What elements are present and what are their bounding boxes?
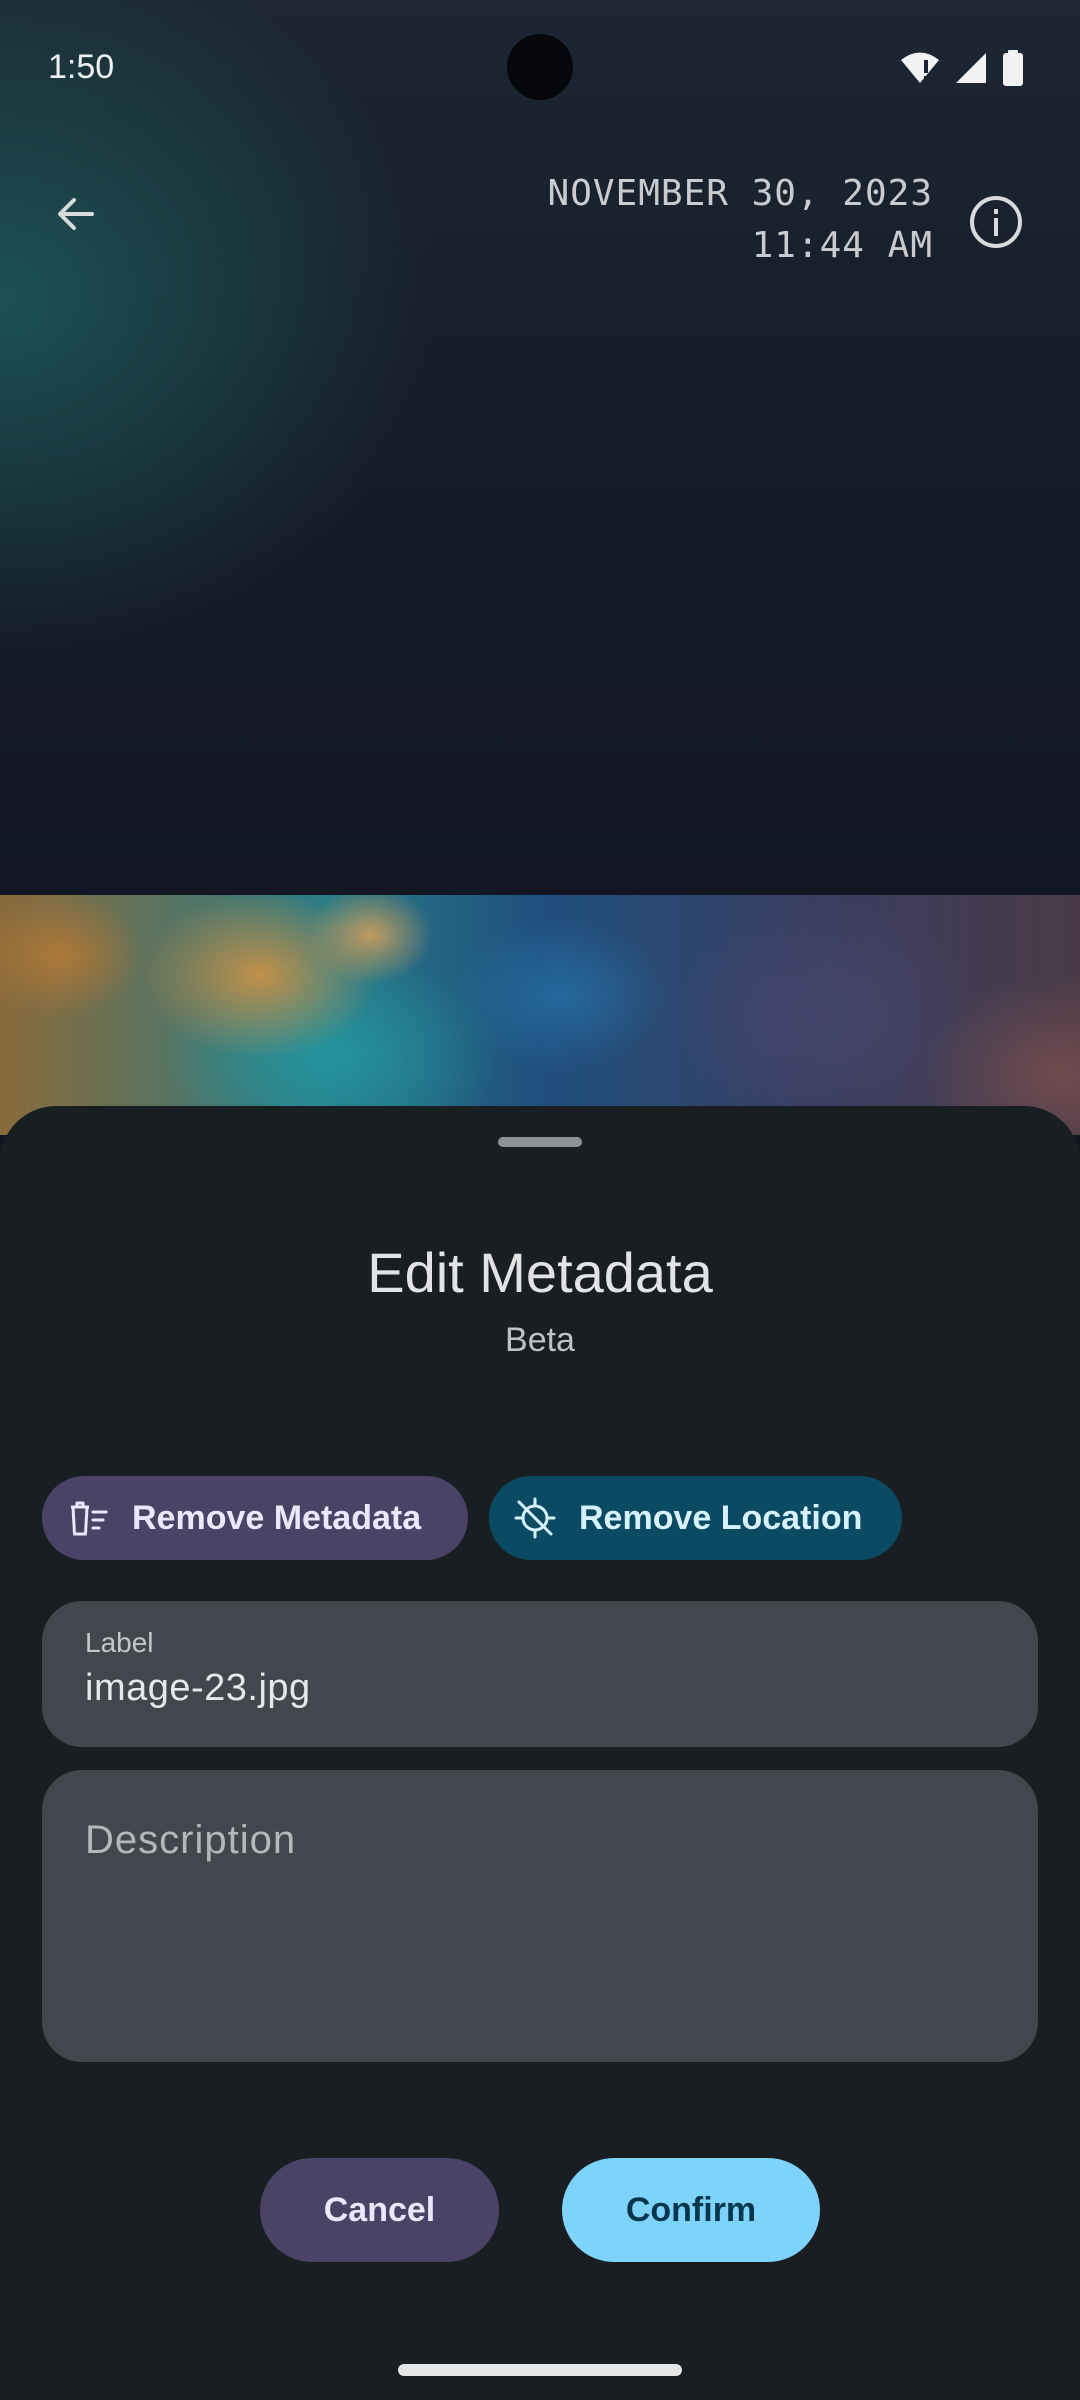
edit-metadata-sheet: Edit Metadata Beta Remove Metadata Remov… — [0, 1106, 1080, 2400]
label-field-caption: Label — [85, 1627, 154, 1658]
photo-date: NOVEMBER 30, 2023 — [547, 173, 933, 214]
photo-timestamp: NOVEMBER 30, 2023 11:44 AM — [548, 168, 933, 272]
status-bar: 1:50 — [0, 0, 1080, 140]
sheet-subtitle: Beta — [505, 1321, 575, 1359]
arrow-back-icon — [52, 190, 100, 243]
back-button[interactable] — [40, 180, 112, 252]
remove-location-label: Remove Location — [579, 1498, 863, 1537]
remove-metadata-label: Remove Metadata — [132, 1498, 422, 1537]
gesture-nav-bar[interactable] — [398, 2364, 682, 2376]
photo-time: 11:44 AM — [751, 225, 933, 266]
label-field-value[interactable]: image-23.jpg — [85, 1667, 311, 1710]
status-time: 1:50 — [48, 48, 115, 86]
location-off-icon — [511, 1494, 559, 1542]
photo-preview — [0, 895, 1080, 1135]
confirm-button[interactable]: Confirm — [562, 2158, 820, 2262]
cancel-button[interactable]: Cancel — [260, 2158, 499, 2262]
description-placeholder: Description — [85, 1818, 297, 1862]
camera-cutout — [507, 34, 573, 100]
wifi-alert-icon — [900, 51, 940, 90]
info-button[interactable] — [956, 184, 1036, 264]
cell-signal-icon — [954, 51, 988, 90]
status-icons — [900, 50, 1024, 91]
info-icon — [968, 194, 1024, 255]
delete-metadata-icon — [64, 1494, 112, 1542]
battery-icon — [1002, 50, 1024, 91]
drag-handle[interactable] — [498, 1137, 582, 1147]
remove-metadata-chip[interactable]: Remove Metadata — [42, 1476, 468, 1560]
sheet-title: Edit Metadata — [367, 1241, 713, 1304]
label-field[interactable]: Label image-23.jpg — [42, 1601, 1038, 1747]
remove-location-chip[interactable]: Remove Location — [489, 1476, 902, 1560]
description-field[interactable]: Description — [42, 1770, 1038, 2062]
